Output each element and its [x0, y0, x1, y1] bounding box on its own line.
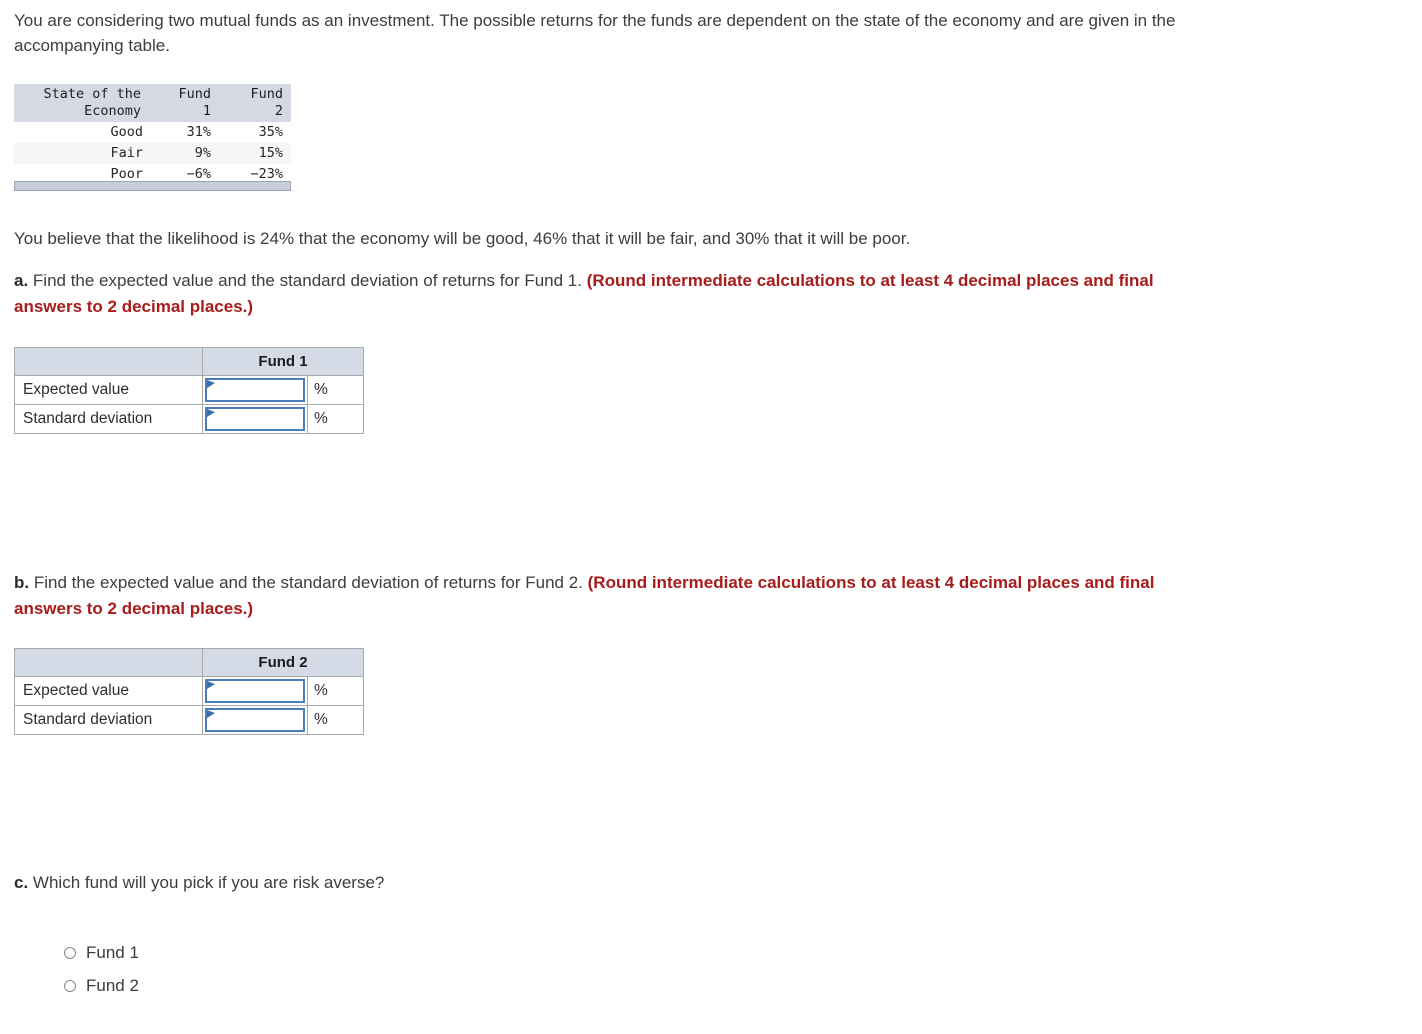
source-data-table: State of the Economy Fund 1 Fund 2 Good … — [14, 84, 291, 185]
column-header-fund2-line1: Fund — [250, 86, 283, 102]
expected-value-input-cell[interactable] — [202, 676, 308, 706]
answer-table-fund-2: Fund 2 Expected value % Standard deviati… — [14, 648, 364, 735]
question-b-letter: b. — [14, 573, 30, 592]
question-c: c. Which fund will you pick if you are r… — [14, 870, 1179, 896]
radio-button-icon[interactable] — [64, 979, 76, 992]
row-label-expected-value: Expected value — [14, 375, 203, 405]
answer-table-fund-header: Fund 1 — [202, 347, 364, 376]
standard-deviation-input-fund-1[interactable] — [205, 407, 305, 431]
cell-state: Fair — [14, 143, 151, 164]
answer-table-header-row: Fund 2 — [14, 648, 364, 677]
answer-table-blank-header — [14, 648, 203, 677]
standard-deviation-input-cell[interactable] — [202, 705, 308, 735]
expected-value-input-fund-1[interactable] — [205, 378, 305, 402]
table-row: Good 31% 35% — [14, 122, 291, 143]
column-header-fund1-line2: 1 — [202, 103, 211, 119]
answer-row-expected-value: Expected value % — [14, 375, 364, 405]
radio-label-fund-2: Fund 2 — [86, 975, 139, 995]
cell-fund1: 9% — [151, 143, 219, 164]
row-label-standard-deviation: Standard deviation — [14, 404, 203, 434]
column-header-state-line2: Economy — [84, 103, 141, 119]
answer-table-fund-header: Fund 2 — [202, 648, 364, 677]
answer-table-blank-header — [14, 347, 203, 376]
row-label-expected-value: Expected value — [14, 676, 203, 706]
table-header-row: State of the Economy Fund 1 Fund 2 — [14, 84, 291, 122]
column-header-fund2-line2: 2 — [274, 103, 283, 119]
answer-row-standard-deviation: Standard deviation % — [14, 705, 364, 735]
column-header-state: State of the Economy — [14, 84, 151, 122]
column-header-fund1-line1: Fund — [178, 86, 211, 102]
column-header-state-line1: State of the — [43, 86, 141, 102]
likelihood-paragraph: You believe that the likelihood is 24% t… — [14, 229, 911, 248]
cell-fund2: 15% — [219, 143, 291, 164]
cell-fund1: 31% — [151, 122, 219, 143]
column-header-fund2: Fund 2 — [219, 84, 291, 122]
question-c-letter: c. — [14, 873, 29, 892]
intro-paragraph: You are considering two mutual funds as … — [14, 11, 1176, 55]
radio-option-fund-1[interactable]: Fund 1 — [64, 936, 139, 969]
answer-row-standard-deviation: Standard deviation % — [14, 404, 364, 434]
question-b-text: Find the expected value and the standard… — [29, 573, 588, 592]
question-c-text: Which fund will you pick if you are risk… — [28, 873, 385, 892]
radio-button-icon[interactable] — [64, 946, 76, 959]
cell-fund2: 35% — [219, 122, 291, 143]
question-a-text: Find the expected value and the standard… — [28, 271, 587, 290]
radio-label-fund-1: Fund 1 — [86, 942, 139, 962]
column-header-fund1: Fund 1 — [151, 84, 219, 122]
radio-option-fund-2[interactable]: Fund 2 — [64, 969, 139, 1002]
unit-percent: % — [307, 705, 364, 735]
answer-table-fund-1: Fund 1 Expected value % Standard deviati… — [14, 347, 364, 434]
question-b: b. Find the expected value and the stand… — [14, 570, 1179, 622]
standard-deviation-input-cell[interactable] — [202, 404, 308, 434]
row-label-standard-deviation: Standard deviation — [14, 705, 203, 735]
fund-choice-radio-group: Fund 1 Fund 2 — [64, 936, 139, 1002]
question-a: a. Find the expected value and the stand… — [14, 268, 1179, 320]
unit-percent: % — [307, 404, 364, 434]
question-a-letter: a. — [14, 271, 29, 290]
answer-row-expected-value: Expected value % — [14, 676, 364, 706]
unit-percent: % — [307, 375, 364, 405]
expected-value-input-fund-2[interactable] — [205, 679, 305, 703]
cell-state: Good — [14, 122, 151, 143]
standard-deviation-input-fund-2[interactable] — [205, 708, 305, 732]
economy-returns-table: State of the Economy Fund 1 Fund 2 Good … — [14, 84, 291, 185]
horizontal-scrollbar[interactable] — [14, 181, 291, 191]
unit-percent: % — [307, 676, 364, 706]
expected-value-input-cell[interactable] — [202, 375, 308, 405]
table-row: Fair 9% 15% — [14, 143, 291, 164]
answer-table-header-row: Fund 1 — [14, 347, 364, 376]
